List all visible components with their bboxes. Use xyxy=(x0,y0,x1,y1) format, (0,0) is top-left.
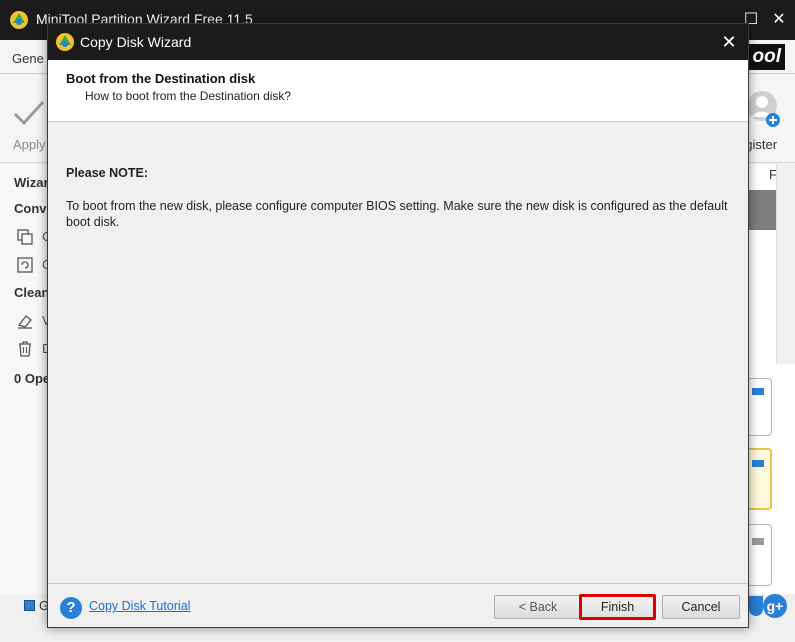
help-icon[interactable]: ? xyxy=(60,597,82,619)
google-plus-icon[interactable]: g+ xyxy=(763,594,787,618)
legend-swatch xyxy=(24,600,35,611)
disk-card-selected[interactable] xyxy=(748,448,772,510)
selected-row-highlight xyxy=(748,190,776,230)
note-message: To boot from the new disk, please config… xyxy=(66,199,728,229)
disk-card[interactable] xyxy=(748,524,772,586)
minitool-logo-icon xyxy=(10,11,28,29)
checkmark-icon[interactable] xyxy=(12,96,46,130)
wizard-step-header: Boot from the Destination disk How to bo… xyxy=(48,60,748,122)
dialog-title: Copy Disk Wizard xyxy=(80,34,192,50)
twitter-icon[interactable] xyxy=(749,596,763,616)
wizard-section-label: Wizar xyxy=(14,175,49,190)
close-icon[interactable]: ✕ xyxy=(716,29,742,55)
copy-icon[interactable] xyxy=(16,228,34,246)
convert-section-label: Conv xyxy=(14,201,47,216)
partition-bar xyxy=(752,460,764,467)
user-add-icon[interactable] xyxy=(745,90,781,128)
cancel-button[interactable]: Cancel xyxy=(662,595,740,619)
trash-icon[interactable] xyxy=(16,340,34,358)
footer-divider xyxy=(48,583,748,584)
step-title: Boot from the Destination disk xyxy=(66,71,256,86)
dialog-titlebar: Copy Disk Wizard ✕ xyxy=(48,24,748,60)
disk-card[interactable] xyxy=(748,378,772,436)
copy-disk-tutorial-link[interactable]: Copy Disk Tutorial xyxy=(89,599,190,613)
step-subtitle: How to boot from the Destination disk? xyxy=(85,89,292,103)
apply-button[interactable]: Apply xyxy=(13,137,46,152)
vertical-scrollbar[interactable] xyxy=(776,164,795,364)
clean-section-label: Clean xyxy=(14,285,50,300)
partition-bar xyxy=(752,388,764,395)
minitool-logo-icon xyxy=(56,33,74,51)
close-main-button[interactable]: ✕ xyxy=(767,8,791,32)
restore-icon[interactable] xyxy=(16,256,34,274)
pending-operations-label: 0 Ope xyxy=(14,371,51,386)
partition-bar xyxy=(752,538,764,545)
note-heading: Please NOTE: xyxy=(66,166,148,180)
copy-disk-wizard-dialog: Copy Disk Wizard ✕ Boot from the Destina… xyxy=(47,23,749,628)
back-button[interactable]: < Back xyxy=(494,595,582,619)
menu-general[interactable]: Gene xyxy=(12,51,44,66)
eraser-icon[interactable] xyxy=(16,312,34,330)
finish-button[interactable]: Finish xyxy=(579,594,656,620)
